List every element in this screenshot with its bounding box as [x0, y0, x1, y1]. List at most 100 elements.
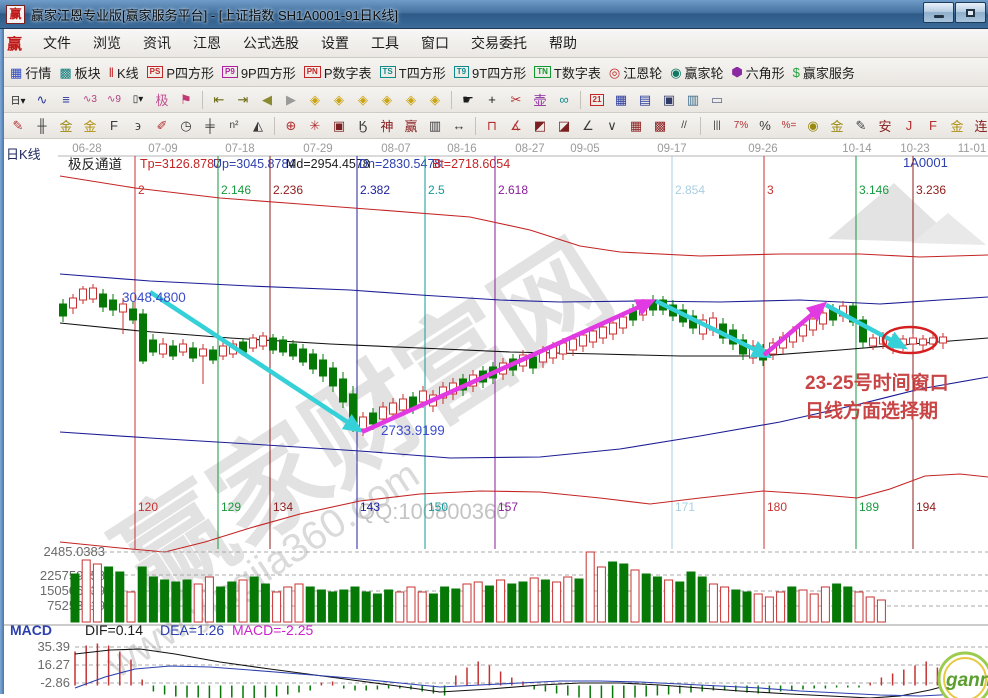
last-bar-button[interactable]: ⇥ — [231, 88, 255, 111]
macd-scale-label: 16.27 — [37, 657, 70, 672]
jifan-channel-button[interactable]: 极 — [150, 88, 174, 111]
save-scheme-button[interactable]: ▥ — [681, 88, 705, 111]
menu-item-tools[interactable]: 工具 — [360, 30, 410, 56]
toolbar-button-gann-wheel[interactable]: ◎江恩轮 — [609, 63, 662, 82]
calculator-button[interactable]: ▦ — [609, 88, 633, 111]
ruler-123-tool[interactable]: ▥ — [423, 114, 447, 137]
menu-item-gann[interactable]: 江恩 — [182, 30, 232, 56]
gold-grid2-tool[interactable]: 金 — [78, 114, 102, 137]
fan-lines-tool[interactable]: ∡ — [504, 114, 528, 137]
info-panel-button[interactable]: ≡ — [54, 88, 78, 111]
maximize-button[interactable] — [955, 2, 986, 23]
fan-square-tool[interactable]: ◩ — [528, 114, 552, 137]
toolbar-button-t-square[interactable]: TST四方形 — [380, 63, 446, 82]
percent-lines-tool[interactable]: %= — [777, 114, 801, 137]
menu-item-trading[interactable]: 交易委托 — [460, 30, 538, 56]
minimize-button[interactable] — [923, 2, 954, 23]
pen-tool[interactable]: ✎ — [6, 114, 30, 137]
menu-item-news[interactable]: 资讯 — [132, 30, 182, 56]
teapot-tool[interactable]: 壶 — [528, 88, 552, 111]
toolbar-button-winner-wheel[interactable]: ◉赢家轮 — [670, 63, 723, 82]
calendar-button[interactable]: 21 — [585, 88, 609, 111]
width-measure-tool[interactable]: ↔ — [447, 114, 471, 137]
red-grid-tool[interactable]: ▦ — [624, 114, 648, 137]
gold-angle-tool[interactable]: 金 — [945, 114, 969, 137]
menu-item-formula-picker[interactable]: 公式选股 — [232, 30, 310, 56]
square-target-tool[interactable]: ▣ — [327, 114, 351, 137]
toolbar-button-t-number-table[interactable]: TNT数字表 — [534, 63, 601, 82]
line-ruler-tool[interactable]: ╪ — [198, 114, 222, 137]
wave9-tool[interactable]: ∿9 — [102, 88, 126, 111]
zigzag-tool[interactable]: ∿ — [30, 88, 54, 111]
star-tool[interactable]: ✳ — [303, 114, 327, 137]
brush2-tool[interactable]: ✎ — [849, 114, 873, 137]
toolbar-button-sectors[interactable]: ▩板块 — [59, 63, 100, 82]
next-bar-button[interactable]: ▶ — [279, 88, 303, 111]
data-export-button[interactable]: ▭ — [705, 88, 729, 111]
multi-line-tool[interactable]: ╫ — [30, 114, 54, 137]
gold-lines-tool[interactable]: 金 — [825, 114, 849, 137]
time-circle-tool[interactable]: ◷ — [174, 114, 198, 137]
f-angle-tool[interactable]: F — [921, 114, 945, 137]
knot-tool[interactable]: ∞ — [552, 88, 576, 111]
crosshair-tool[interactable]: + — [480, 88, 504, 111]
percent7-tool[interactable]: 7% — [729, 114, 753, 137]
angle-measure-tool[interactable]: ✂ — [504, 88, 528, 111]
trend-tool[interactable]: 连 — [969, 114, 988, 137]
period-selector[interactable]: 日▾ — [6, 88, 30, 111]
wave3-tool[interactable]: ∿3 — [78, 88, 102, 111]
hand-tool[interactable]: ☛ — [456, 88, 480, 111]
zoom-in-button[interactable]: ◈ — [399, 88, 423, 111]
menu-item-browse[interactable]: 浏览 — [82, 30, 132, 56]
toolbar-button-9t-square[interactable]: T99T四方形 — [454, 63, 527, 82]
percent-tool[interactable]: % — [753, 114, 777, 137]
j-angle-tool[interactable]: J — [897, 114, 921, 137]
grid-chart-tool[interactable]: ▩ — [648, 114, 672, 137]
zoom-out-button[interactable]: ◈ — [423, 88, 447, 111]
candle-style-selector[interactable]: ▯▾ — [126, 88, 150, 111]
angle-lines-tool[interactable]: ∠ — [576, 114, 600, 137]
menu-item-help[interactable]: 帮助 — [538, 30, 588, 56]
titlebar[interactable]: 赢 赢家江恩专业版[赢家服务平台] - [上证指数 SH1A0001-91日K线… — [0, 0, 988, 29]
menu-item-file[interactable]: 文件 — [32, 30, 82, 56]
save-button[interactable]: ▣ — [657, 88, 681, 111]
fan-dark-tool[interactable]: ◪ — [552, 114, 576, 137]
ying-grid-tool[interactable]: 赢 — [399, 114, 423, 137]
bars-tool[interactable]: ||| — [705, 114, 729, 137]
brush-tool[interactable]: ✐ — [150, 114, 174, 137]
v-lines-tool[interactable]: ∨ — [600, 114, 624, 137]
toolbar-button-9p-square[interactable]: P99P四方形 — [222, 63, 296, 82]
price-box-tool[interactable]: ⊓ — [480, 114, 504, 137]
menu-item-window[interactable]: 窗口 — [410, 30, 460, 56]
first-bar-button[interactable]: ⇤ — [207, 88, 231, 111]
compress-horizontal-button[interactable]: ◈ — [375, 88, 399, 111]
toolbar-button-quotes[interactable]: ▦行情 — [10, 63, 51, 82]
parallel-lines-tool[interactable]: // — [672, 114, 696, 137]
flag-tool[interactable]: ⚑ — [174, 88, 198, 111]
toolbar-button-winner-service[interactable]: $赢家服务 — [793, 63, 855, 82]
gold-grid-tool[interactable]: 金 — [54, 114, 78, 137]
chart-area[interactable]: 赢家财富网www.yingjia360.comQQ:100800360 06-2… — [0, 139, 988, 698]
volume-bar — [373, 594, 381, 622]
shift-right-button[interactable]: ◈ — [327, 88, 351, 111]
chart-canvas[interactable]: 赢家财富网www.yingjia360.comQQ:100800360 06-2… — [0, 139, 988, 698]
9t-square-icon: T9 — [454, 66, 469, 78]
k-mark-tool[interactable]: Ӄ — [351, 114, 375, 137]
prev-bar-button[interactable]: ◀ — [255, 88, 279, 111]
shift-left-button[interactable]: ◈ — [303, 88, 327, 111]
expand-horizontal-button[interactable]: ◈ — [351, 88, 375, 111]
toolbar-button-hexagon[interactable]: 六角形 — [732, 63, 785, 82]
shen-grid-tool[interactable]: 神 — [375, 114, 399, 137]
an-grid-tool[interactable]: 安 — [873, 114, 897, 137]
notes-button[interactable]: ▤ — [633, 88, 657, 111]
kite-tool[interactable]: ◭ — [246, 114, 270, 137]
gold-circle-tool[interactable]: ◉ — [801, 114, 825, 137]
toolbar-button-kline[interactable]: ‖K线 — [109, 63, 139, 82]
spiral-tool[interactable]: ϶ — [126, 114, 150, 137]
f-grid-tool[interactable]: F — [102, 114, 126, 137]
menu-item-settings[interactable]: 设置 — [310, 30, 360, 56]
toolbar-button-p-number-table[interactable]: PNP数字表 — [304, 63, 372, 82]
n-square-tool[interactable]: n² — [222, 114, 246, 137]
compass-tool[interactable]: ⊕ — [279, 114, 303, 137]
toolbar-button-p-square[interactable]: PSP四方形 — [147, 63, 214, 82]
